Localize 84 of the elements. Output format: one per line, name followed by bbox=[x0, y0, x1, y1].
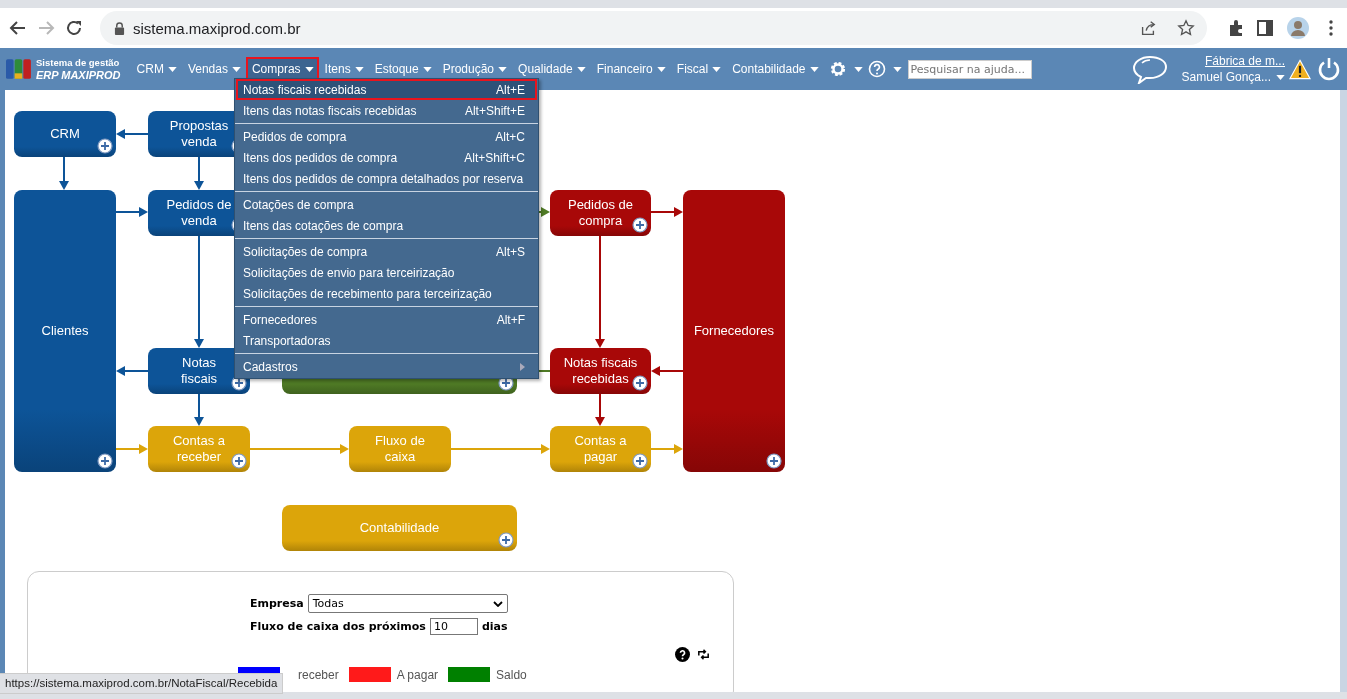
arrow bbox=[650, 207, 683, 217]
arrow bbox=[595, 393, 605, 426]
star-icon[interactable] bbox=[1177, 19, 1195, 37]
arrow bbox=[650, 444, 683, 454]
caret-icon bbox=[167, 66, 177, 72]
flow-node[interactable]: Fornecedores bbox=[683, 190, 785, 472]
plus-icon[interactable] bbox=[498, 532, 514, 548]
menu-item[interactable]: Solicitações de envio para terceirização bbox=[236, 262, 537, 283]
company-select[interactable]: Todas bbox=[307, 594, 508, 613]
menu-item[interactable]: Notas fiscais recebidas Alt+E bbox=[236, 79, 537, 100]
caret-icon bbox=[809, 66, 819, 72]
lock-icon bbox=[114, 21, 125, 35]
sidebar-icon[interactable] bbox=[1255, 18, 1275, 38]
field-label: Empresa bbox=[250, 597, 304, 610]
field-label: Fluxo de caixa dos próximos bbox=[250, 620, 426, 633]
legend-label: receber bbox=[298, 667, 339, 682]
arrow bbox=[59, 156, 69, 190]
caret-icon bbox=[712, 66, 722, 72]
nav-menu[interactable]: Itens bbox=[318, 57, 369, 81]
caret-icon bbox=[576, 66, 586, 72]
flow-node[interactable]: CRM bbox=[14, 111, 116, 157]
menu-item[interactable]: Solicitações de recebimento para terceirização bbox=[236, 283, 537, 304]
avatar-icon[interactable] bbox=[1287, 17, 1309, 39]
caret-icon[interactable] bbox=[892, 66, 902, 72]
plus-icon[interactable] bbox=[632, 217, 648, 233]
plus-icon[interactable] bbox=[97, 138, 113, 154]
legend-label: Saldo bbox=[496, 667, 527, 682]
address-bar[interactable]: sistema.maxiprod.com.br bbox=[100, 11, 1207, 45]
help-icon[interactable] bbox=[675, 647, 690, 662]
logo-title: ERP MAXIPROD bbox=[36, 69, 121, 81]
share-icon[interactable] bbox=[1139, 19, 1157, 37]
logo-subtitle: Sistema de gestão bbox=[36, 57, 121, 69]
caret-icon bbox=[422, 66, 432, 72]
plus-icon[interactable] bbox=[632, 453, 648, 469]
user-name[interactable]: Samuel Gonça... bbox=[1181, 70, 1271, 84]
field-label: dias bbox=[481, 620, 508, 633]
caret-icon[interactable] bbox=[1276, 74, 1285, 80]
caret-icon bbox=[304, 66, 314, 72]
arrow bbox=[651, 366, 684, 376]
flow-node[interactable]: Clientes bbox=[14, 190, 116, 472]
arrow bbox=[115, 207, 148, 217]
nav-menu[interactable]: Fiscal bbox=[670, 57, 727, 81]
nav-menu[interactable]: Vendas bbox=[181, 57, 246, 81]
menu-item[interactable]: Solicitações de compra Alt+S bbox=[236, 241, 537, 262]
days-field[interactable]: 10 bbox=[429, 618, 478, 635]
arrow bbox=[116, 129, 149, 139]
nav-menu[interactable]: Estoque bbox=[368, 57, 437, 81]
caret-icon bbox=[498, 66, 508, 72]
flow-node[interactable]: Notas fiscais recebidas bbox=[550, 348, 651, 394]
caret-icon bbox=[656, 66, 666, 72]
caret-icon[interactable] bbox=[853, 66, 863, 72]
nav-menu[interactable]: Compras bbox=[245, 57, 319, 81]
power-icon[interactable] bbox=[1317, 57, 1341, 81]
arrow bbox=[194, 156, 204, 190]
nav-menu[interactable]: Produção bbox=[436, 57, 513, 81]
url-tooltip: https://sistema.maxiprod.com.br/NotaFiscal/Recebida bbox=[0, 673, 284, 694]
caret-icon bbox=[354, 66, 364, 72]
flow-node[interactable]: Pedidos de compra bbox=[550, 190, 651, 236]
plus-icon[interactable] bbox=[766, 453, 782, 469]
reload-icon[interactable] bbox=[64, 18, 84, 38]
arrow bbox=[536, 207, 550, 217]
nav-menu[interactable]: Contabilidade bbox=[726, 57, 824, 81]
menu-item[interactable]: Itens dos pedidos de compra detalhados por reserva bbox=[236, 168, 537, 189]
plus-icon[interactable] bbox=[231, 453, 247, 469]
menu-item[interactable]: Fornecedores Alt+F bbox=[236, 309, 537, 330]
arrow bbox=[194, 393, 204, 426]
company-link[interactable]: Fábrica de m... bbox=[1204, 54, 1285, 68]
menu-item[interactable]: Transportadoras bbox=[236, 330, 537, 351]
speech-bubble-icon[interactable] bbox=[1131, 54, 1168, 84]
logo-icon[interactable] bbox=[6, 57, 32, 81]
nav-menu[interactable]: Qualidade bbox=[512, 57, 591, 81]
refresh-icon[interactable] bbox=[696, 647, 711, 662]
search-field[interactable]: Pesquisar na ajuda... bbox=[907, 59, 1032, 79]
legend-label: A pagar bbox=[396, 667, 439, 682]
plus-icon[interactable] bbox=[97, 453, 113, 469]
arrow bbox=[115, 444, 148, 454]
caret-icon bbox=[231, 66, 241, 72]
nav-menu[interactable]: Financeiro bbox=[590, 57, 671, 81]
nav-menu[interactable]: CRM bbox=[130, 57, 182, 81]
chevron-icon bbox=[492, 600, 503, 607]
warning-icon[interactable] bbox=[1289, 58, 1311, 80]
plus-icon[interactable] bbox=[632, 375, 648, 391]
submenu-arrow-icon bbox=[520, 362, 525, 371]
arrow bbox=[116, 366, 149, 376]
